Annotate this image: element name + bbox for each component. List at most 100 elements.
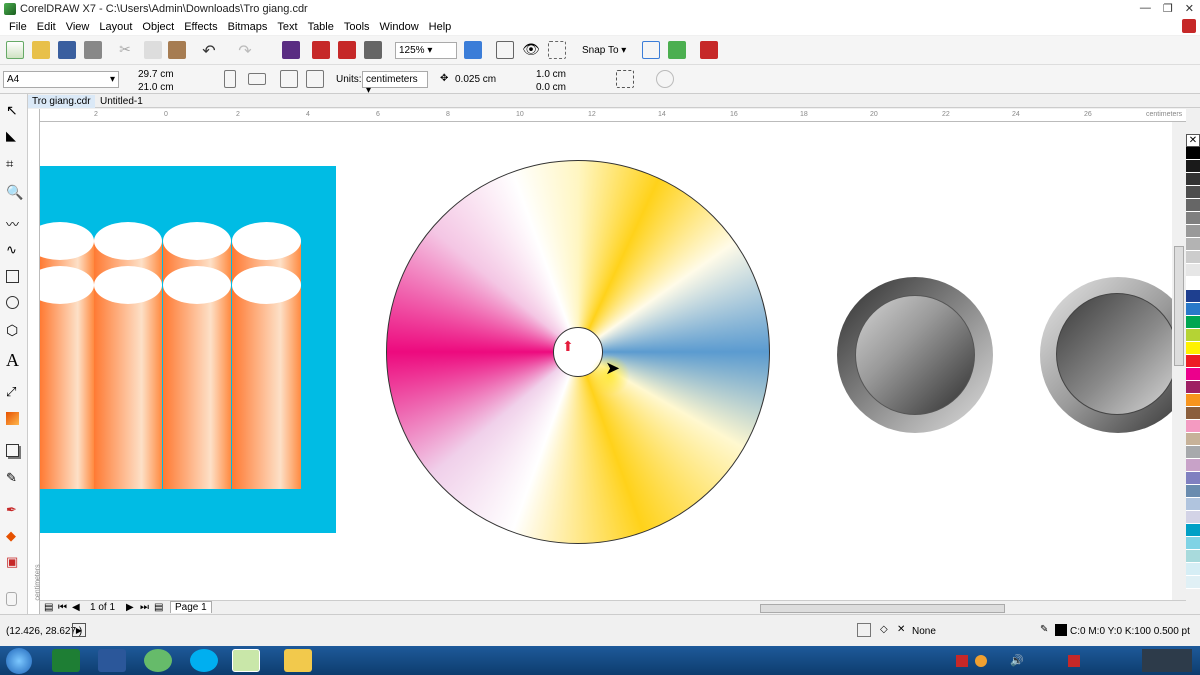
palette-swatch[interactable] [1186, 485, 1200, 498]
eyedropper-tool-icon[interactable]: ✒ [6, 502, 23, 519]
palette-swatch[interactable] [1186, 199, 1200, 212]
ellipse-tool-icon[interactable] [6, 296, 19, 309]
import-icon[interactable] [312, 41, 330, 59]
palette-swatch[interactable] [1186, 472, 1200, 485]
palette-swatch[interactable] [1186, 511, 1200, 524]
interactive-fill-icon[interactable]: ◆ [6, 528, 23, 545]
menu-text[interactable]: Text [272, 21, 302, 33]
outline-status[interactable]: C:0 M:0 Y:0 K:100 0.500 pt [1070, 626, 1190, 637]
previous-page-icon[interactable]: ◀ [72, 602, 80, 613]
palette-swatch[interactable] [1186, 563, 1200, 576]
transparency-tool-icon[interactable]: ✎ [6, 470, 23, 487]
palette-swatch[interactable] [1186, 537, 1200, 550]
page-height-field[interactable]: 21.0 cm [138, 82, 174, 93]
last-page-icon[interactable]: ⏭ [140, 602, 149, 613]
cylinder-top-ellipse[interactable] [94, 266, 162, 304]
palette-swatch[interactable] [1186, 264, 1200, 277]
color-palette[interactable]: ✕ [1186, 134, 1200, 600]
play-icon[interactable]: ▶ [72, 623, 86, 637]
palette-swatch[interactable] [1186, 381, 1200, 394]
current-page-icon[interactable] [306, 70, 324, 88]
palette-swatch[interactable] [1186, 420, 1200, 433]
start-button[interactable] [6, 648, 32, 674]
palette-swatch[interactable] [1186, 433, 1200, 446]
tray-icon[interactable] [1068, 655, 1080, 667]
palette-swatch[interactable] [1186, 160, 1200, 173]
menu-table[interactable]: Table [303, 21, 339, 33]
cut-icon[interactable]: ✂ [116, 41, 134, 59]
menu-tools[interactable]: Tools [339, 21, 375, 33]
palette-swatch[interactable] [1186, 316, 1200, 329]
save-icon[interactable] [58, 41, 76, 59]
tab-tro-giang[interactable]: Tro giang.cdr [28, 95, 95, 108]
clock-area[interactable] [1142, 649, 1192, 672]
show-guidelines-icon[interactable] [548, 41, 566, 59]
palette-swatch[interactable] [1186, 550, 1200, 563]
parallel-dimension-icon[interactable]: ⤢ [6, 384, 23, 401]
open-folder-icon[interactable] [32, 41, 50, 59]
artistic-media-icon[interactable]: ∿ [6, 242, 23, 259]
search-content-icon[interactable] [282, 41, 300, 59]
all-pages-icon[interactable] [280, 70, 298, 88]
duplicate-x-field[interactable]: 1.0 cm [536, 69, 566, 80]
menu-help[interactable]: Help [424, 21, 457, 33]
user-icon[interactable] [1182, 19, 1196, 33]
tray-icon[interactable] [975, 655, 987, 667]
first-page-icon[interactable]: ⏮ [58, 602, 67, 613]
gradient-direction-arrow-icon[interactable]: ⬆ [562, 338, 574, 355]
menu-layout[interactable]: Layout [94, 21, 137, 33]
add-page-icon[interactable]: ▤ [154, 602, 163, 613]
palette-swatch[interactable] [1186, 342, 1200, 355]
palette-swatch[interactable] [1186, 147, 1200, 160]
connector-tool-icon[interactable] [6, 412, 19, 425]
palette-swatch[interactable] [1186, 225, 1200, 238]
minimize-button[interactable]: — [1140, 2, 1151, 15]
freehand-tool-icon[interactable]: 〰 [6, 214, 23, 232]
cylinder-top-ellipse[interactable] [232, 222, 301, 260]
portrait-icon[interactable] [224, 70, 236, 88]
cylinder-top-ellipse[interactable] [163, 222, 231, 260]
tray-icon[interactable] [956, 655, 968, 667]
new-document-icon[interactable] [6, 41, 24, 59]
horizontal-scroll-thumb[interactable] [760, 604, 1005, 613]
palette-swatch[interactable] [1186, 498, 1200, 511]
application-launcher-icon[interactable] [700, 41, 718, 59]
menu-window[interactable]: Window [375, 21, 424, 33]
zoom-level-select[interactable]: 125% ▾ [395, 42, 457, 59]
volume-icon[interactable]: 🔊 [1010, 654, 1024, 667]
cylinder-top-ellipse[interactable] [163, 266, 231, 304]
paste-icon[interactable] [168, 41, 186, 59]
drop-shadow-icon[interactable] [6, 444, 19, 457]
word-icon[interactable] [98, 649, 126, 672]
options-icon[interactable] [668, 41, 686, 59]
text-tool-icon[interactable]: A [6, 350, 23, 370]
polygon-tool-icon[interactable]: ⬡ [6, 322, 23, 339]
palette-swatch[interactable] [1186, 290, 1200, 303]
palette-swatch[interactable] [1186, 277, 1200, 290]
palette-swatch[interactable] [1186, 576, 1200, 589]
next-page-icon[interactable]: ▶ [126, 602, 134, 613]
restore-button[interactable]: ❐ [1163, 2, 1173, 15]
coreldraw-taskbar-icon[interactable] [232, 649, 260, 672]
palette-swatch[interactable] [1186, 238, 1200, 251]
palette-swatch[interactable] [1186, 394, 1200, 407]
treat-as-filled-icon[interactable] [616, 70, 634, 88]
outline-color-swatch[interactable] [1055, 624, 1067, 636]
menu-view[interactable]: View [61, 21, 95, 33]
menu-edit[interactable]: Edit [32, 21, 61, 33]
excel-icon[interactable] [52, 649, 80, 672]
page-size-select[interactable]: A4 ▾ [3, 71, 119, 88]
snap-to-dropdown[interactable]: Snap To ▾ [578, 42, 632, 59]
rectangle-tool-icon[interactable] [6, 270, 19, 283]
palette-swatch[interactable] [1186, 329, 1200, 342]
pick-tool-icon[interactable]: ↖ [6, 102, 23, 119]
page-width-field[interactable]: 29.7 cm [138, 69, 174, 80]
palette-swatch[interactable] [1186, 407, 1200, 420]
page-tab[interactable]: Page 1 [170, 601, 212, 613]
full-screen-preview-icon[interactable] [464, 41, 482, 59]
palette-swatch[interactable] [1186, 251, 1200, 264]
quick-customize-icon[interactable] [656, 70, 674, 88]
drawing-canvas[interactable]: ⬆ ➤ [40, 122, 1186, 600]
menu-object[interactable]: Object [137, 21, 179, 33]
vertical-ruler[interactable]: centimeters [28, 109, 42, 614]
